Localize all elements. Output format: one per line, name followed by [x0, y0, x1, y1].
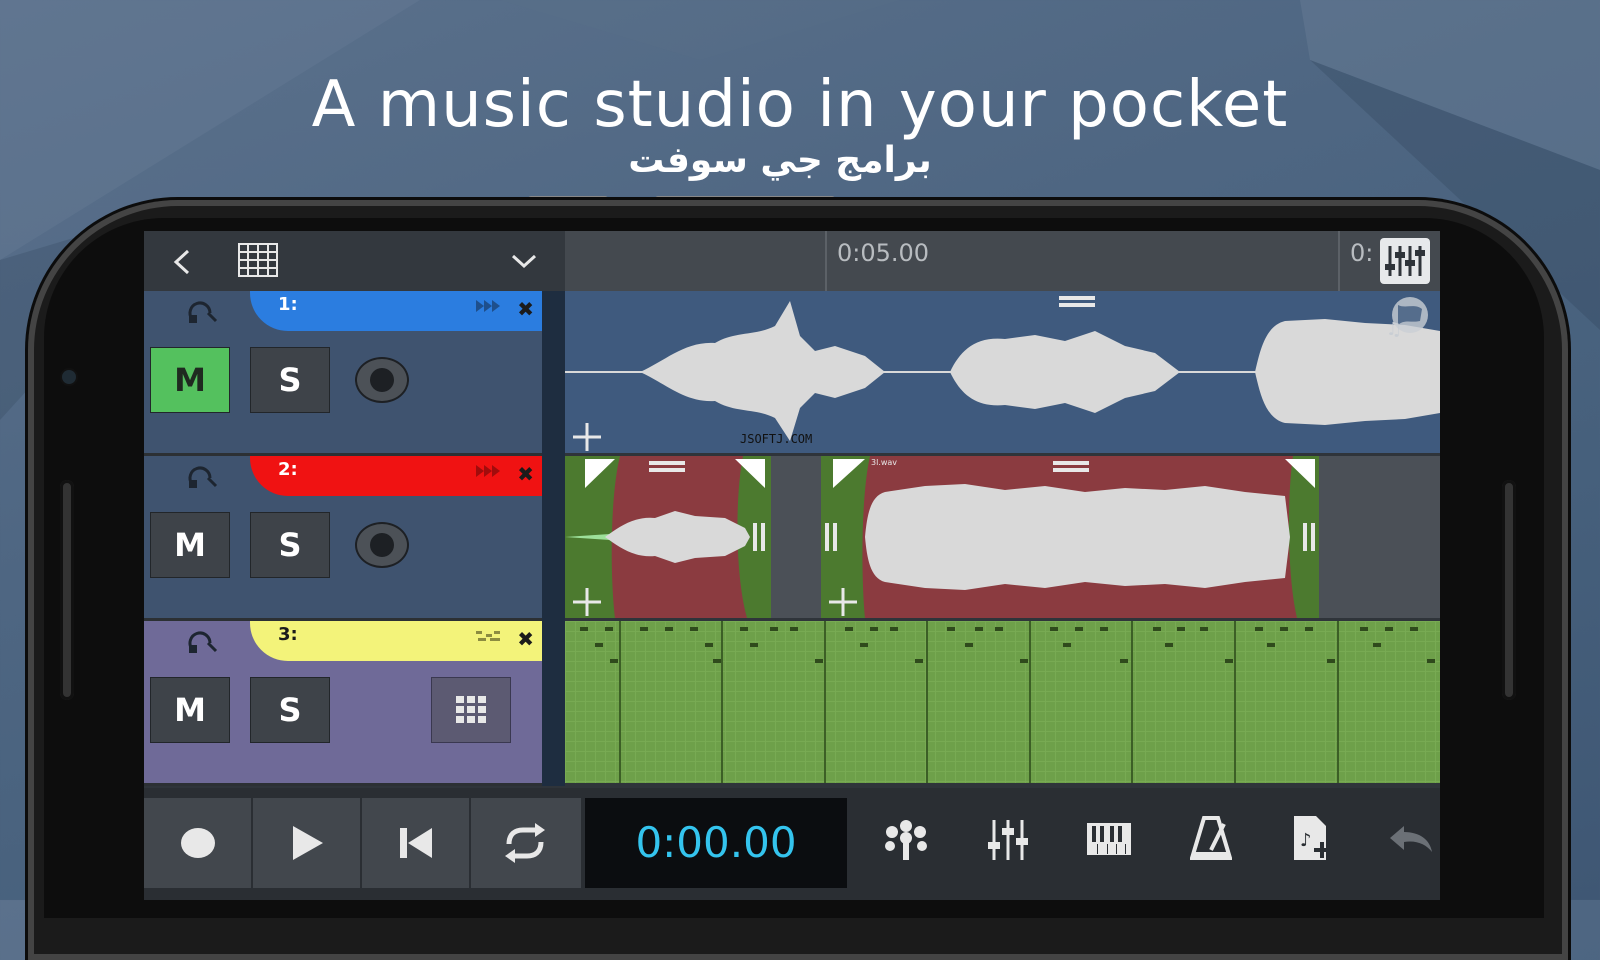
arabic-subtitle: برامج جي سوفت	[628, 140, 932, 181]
track-3-pads-button[interactable]	[431, 677, 511, 743]
track-2-mute-button[interactable]: M	[150, 512, 230, 578]
effects-icon[interactable]	[882, 818, 930, 862]
track-3-solo-button[interactable]: S	[250, 677, 330, 743]
chevron-down-icon[interactable]	[510, 251, 538, 271]
track-2-close-icon[interactable]: ✖	[517, 462, 534, 486]
track-1-move-handle-icon	[573, 423, 601, 451]
track-1-close-icon[interactable]: ✖	[517, 297, 534, 321]
track-1-input-monitor-icon[interactable]	[186, 299, 218, 325]
svg-text:♪: ♪	[1300, 830, 1312, 851]
timeline-marker-10s: 0:	[1350, 239, 1374, 267]
toolbar	[144, 231, 565, 291]
track-2-header[interactable]: 2: ✖	[250, 456, 542, 496]
mixer-button[interactable]	[1380, 238, 1430, 284]
timeline-marker-5s: 0:05.00	[837, 239, 930, 267]
track-2-lane[interactable]: 3l.wav	[565, 456, 1440, 618]
front-camera	[62, 370, 76, 384]
track-3-midi-grid	[565, 621, 1440, 783]
record-button[interactable]	[144, 798, 253, 888]
skip-back-icon	[400, 828, 432, 858]
track-1-controls: 1: ✖ M S	[144, 291, 542, 456]
track-1-audio-icon	[476, 300, 500, 312]
globe-music-icon[interactable]: ♫	[1384, 295, 1434, 339]
transport-bar: 0:00.00 ♪	[144, 788, 1440, 900]
track-1-record-arm-button[interactable]	[355, 357, 409, 403]
grid-icon[interactable]	[238, 243, 278, 277]
track-1-solo-button[interactable]: S	[250, 347, 330, 413]
track-3-lane[interactable]	[565, 621, 1440, 783]
track-3-controls: 3: ✖ M S	[144, 621, 542, 786]
svg-text:♫: ♫	[1386, 319, 1402, 339]
track-2-record-arm-button[interactable]	[355, 522, 409, 568]
loop-button[interactable]	[471, 798, 583, 888]
add-file-icon[interactable]: ♪	[1292, 814, 1332, 862]
track-1-lane[interactable]: ♫	[565, 291, 1440, 453]
play-button[interactable]	[253, 798, 362, 888]
metronome-icon[interactable]	[1190, 816, 1232, 862]
timeline-ruler[interactable]: 0:05.00 0:	[565, 231, 1440, 291]
time-display: 0:00.00	[585, 798, 847, 888]
track-2-divider	[542, 456, 565, 621]
undo-icon[interactable]	[1388, 822, 1434, 854]
track-1-waveform	[565, 296, 1440, 451]
sliders-icon[interactable]	[987, 818, 1029, 862]
track-2-controls: 2: ✖ M S	[144, 456, 542, 621]
mixer-icon	[1385, 246, 1425, 276]
track-1-number: 1:	[278, 294, 298, 315]
watermark: JSOFTJ.COM	[740, 432, 813, 446]
track-3-number: 3:	[278, 624, 298, 645]
track-2-number: 2:	[278, 459, 298, 480]
track-2-audio-icon	[476, 465, 500, 477]
skip-back-button[interactable]	[362, 798, 471, 888]
track-3-input-monitor-icon[interactable]	[186, 629, 218, 655]
track-2-input-monitor-icon[interactable]	[186, 464, 218, 490]
left-speaker-grille	[60, 480, 74, 700]
app-screen: 0:05.00 0: 1: ✖ M S ♫ 2: ✖ M S 3l.wav 3:…	[144, 231, 1440, 900]
play-icon	[293, 826, 323, 860]
track-3-mute-button[interactable]: M	[150, 677, 230, 743]
track-1-divider	[542, 291, 565, 456]
record-icon	[181, 828, 215, 858]
track-3-divider	[542, 621, 565, 786]
piano-icon[interactable]	[1086, 822, 1132, 856]
track-1-mute-button[interactable]: M	[150, 347, 230, 413]
clip-file-label: 3l.wav	[871, 458, 898, 467]
right-speaker-grille	[1502, 480, 1516, 700]
track-2-solo-button[interactable]: S	[250, 512, 330, 578]
track-3-close-icon[interactable]: ✖	[517, 627, 534, 651]
track-3-header[interactable]: 3: ✖	[250, 621, 542, 661]
back-icon[interactable]	[170, 247, 194, 277]
headline: A music studio in your pocket	[311, 68, 1289, 142]
track-3-midi-icon	[476, 631, 500, 641]
track-2-clips	[565, 456, 1319, 618]
loop-icon	[505, 823, 545, 863]
drum-pads-icon	[456, 696, 486, 723]
track-1-header[interactable]: 1: ✖	[250, 291, 542, 331]
